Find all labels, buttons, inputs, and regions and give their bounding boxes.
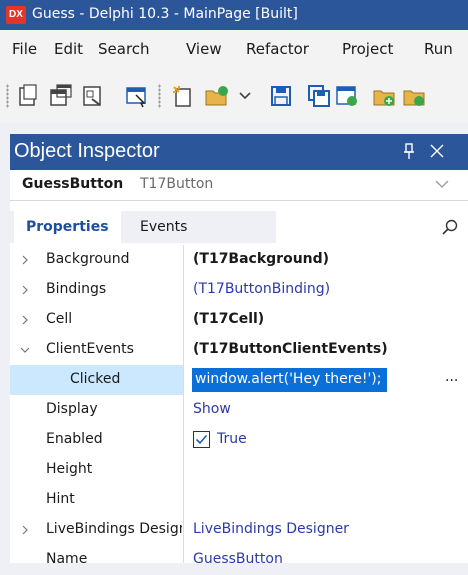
new-form-icon[interactable] <box>48 83 74 109</box>
enabled-checkbox[interactable] <box>193 431 210 448</box>
property-name: Cell <box>46 311 73 327</box>
toolbar-grip-2[interactable] <box>158 84 161 108</box>
chevron-down-icon[interactable] <box>232 83 258 109</box>
ellipsis-button[interactable]: ... <box>445 369 458 385</box>
selected-component-name: GuessButton <box>22 176 124 192</box>
property-search-input[interactable] <box>276 211 468 243</box>
open-form-icon[interactable] <box>124 83 150 109</box>
chevron-right-icon[interactable] <box>20 525 30 535</box>
property-value[interactable]: (T17Background) <box>193 251 329 267</box>
property-value-editor[interactable]: window.alert('Hey there!'); <box>195 371 381 387</box>
window-title: Guess - Delphi 10.3 - MainPage [Built] <box>32 6 298 22</box>
property-value[interactable]: GuessButton <box>193 551 283 567</box>
property-name: Height <box>46 461 93 477</box>
property-value[interactable]: (T17ButtonClientEvents) <box>193 341 388 357</box>
property-row-clicked[interactable]: Clicked window.alert('Hey there!'); ... <box>10 365 468 395</box>
tab-properties[interactable]: Properties <box>14 211 121 243</box>
property-value[interactable]: True <box>217 431 247 447</box>
property-row-hint[interactable]: Hint <box>10 485 468 515</box>
menu-run[interactable]: Run <box>424 40 453 58</box>
toolbar <box>0 70 468 122</box>
chevron-down-icon[interactable] <box>20 345 30 355</box>
new-item-icon[interactable] <box>170 83 196 109</box>
property-name: Name <box>46 551 88 567</box>
chevron-right-icon[interactable] <box>20 315 30 325</box>
menu-search[interactable]: Search <box>98 40 150 58</box>
toolbar-grip[interactable] <box>6 84 9 108</box>
object-inspector-panel: Object Inspector GuessButton T17Button P… <box>10 134 468 567</box>
new-items-icon[interactable] <box>16 83 42 109</box>
search-icon <box>442 219 458 235</box>
property-value[interactable]: (T17Cell) <box>193 311 264 327</box>
inspector-tabs: Properties Events <box>10 211 468 243</box>
property-row-cell[interactable]: Cell (T17Cell) <box>10 305 468 335</box>
property-name: Clicked <box>70 371 121 387</box>
property-name: Enabled <box>46 431 103 447</box>
property-name: Bindings <box>46 281 107 297</box>
property-row-bindings[interactable]: Bindings (T17ButtonBinding) <box>10 275 468 305</box>
remove-file-icon[interactable] <box>402 83 428 109</box>
menu-file[interactable]: File <box>12 40 37 58</box>
menu-bar: File Edit Search View Refactor Project R… <box>0 30 468 70</box>
property-row-height[interactable]: Height <box>10 455 468 485</box>
open-icon[interactable] <box>204 83 230 109</box>
property-row-background[interactable]: Background (T17Background) <box>10 245 468 275</box>
chevron-down-icon[interactable] <box>435 179 449 189</box>
delphi-app-icon: DX <box>6 6 26 24</box>
new-unit-icon[interactable] <box>80 83 106 109</box>
property-name: LiveBindings Designer <box>46 521 182 537</box>
chevron-right-icon[interactable] <box>20 285 30 295</box>
checkmark-icon <box>195 434 208 445</box>
pin-icon[interactable] <box>402 142 416 160</box>
inspector-header: Object Inspector <box>10 134 468 170</box>
selected-component-type: T17Button <box>140 176 214 192</box>
save-icon[interactable] <box>268 83 294 109</box>
property-value[interactable]: LiveBindings Designer <box>193 521 349 537</box>
property-name: ClientEvents <box>46 341 134 357</box>
property-value[interactable]: (T17ButtonBinding) <box>193 281 330 297</box>
open-project-icon[interactable] <box>334 83 360 109</box>
save-all-icon[interactable] <box>306 83 332 109</box>
property-row-display[interactable]: Display Show <box>10 395 468 425</box>
property-row-name[interactable]: Name GuessButton <box>10 545 468 575</box>
title-bar: DX Guess - Delphi 10.3 - MainPage [Built… <box>0 0 468 30</box>
property-row-livebindings[interactable]: LiveBindings Designer LiveBindings Desig… <box>10 515 468 545</box>
property-name: Hint <box>46 491 75 507</box>
menu-edit[interactable]: Edit <box>54 40 83 58</box>
menu-refactor[interactable]: Refactor <box>246 40 309 58</box>
component-selector[interactable]: GuessButton T17Button <box>10 170 468 201</box>
menu-project[interactable]: Project <box>342 40 393 58</box>
menu-view[interactable]: View <box>186 40 222 58</box>
property-value[interactable]: Show <box>193 401 231 417</box>
add-file-icon[interactable] <box>372 83 398 109</box>
close-icon[interactable] <box>430 144 444 158</box>
property-name: Background <box>46 251 130 267</box>
property-row-clientevents[interactable]: ClientEvents (T17ButtonClientEvents) <box>10 335 468 365</box>
tab-events[interactable]: Events <box>128 211 199 243</box>
property-row-enabled[interactable]: Enabled True <box>10 425 468 455</box>
property-name: Display <box>46 401 98 417</box>
inspector-title: Object Inspector <box>14 140 160 162</box>
chevron-right-icon[interactable] <box>20 255 30 265</box>
